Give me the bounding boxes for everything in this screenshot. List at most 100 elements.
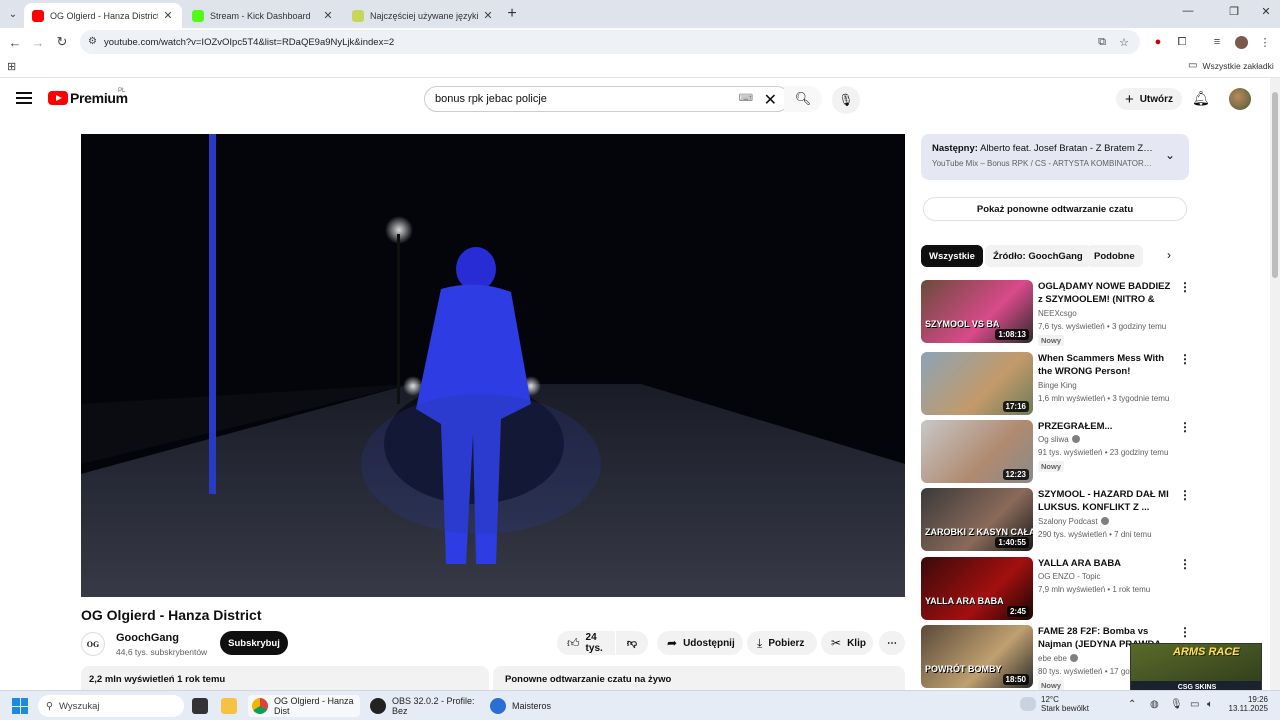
scrollbar-thumb[interactable] xyxy=(1272,92,1278,278)
search-input[interactable]: bonus rpk jebac policje ⌨ ✕ xyxy=(424,86,790,112)
taskbar-clock[interactable]: 19:26 13.11.2025 xyxy=(1226,695,1268,713)
browser-menu-icon[interactable]: ⋮ xyxy=(1257,34,1273,50)
media-controls-icon[interactable]: ≡ xyxy=(1209,34,1225,50)
related-channel-name: Og sliwa xyxy=(1038,435,1080,444)
chip-source[interactable]: Źródło: GoochGang xyxy=(985,245,1091,267)
chip-all[interactable]: Wszystkie xyxy=(921,245,983,267)
windows-start-icon[interactable] xyxy=(12,698,28,714)
dislike-button[interactable]: 👎︎ xyxy=(616,631,648,655)
browser-tab-kick[interactable]: Stream - Kick Dashboard ✕ xyxy=(184,3,342,28)
account-avatar[interactable] xyxy=(1229,88,1251,110)
video-thumbnail[interactable]: YALLA ARA BABA 2:45 xyxy=(921,557,1033,620)
related-video-item[interactable]: 17:16 When Scammers Mess With the WRONG P… xyxy=(921,352,1191,416)
view-count-date: 2,2 mln wyświetleń 1 rok temu xyxy=(89,674,226,685)
guide-menu-icon[interactable] xyxy=(16,92,32,106)
all-bookmarks-label: Wszystkie zakładki xyxy=(1202,60,1274,71)
share-label: Udostępnij xyxy=(683,637,735,649)
bookmark-star-icon[interactable]: ☆ xyxy=(1116,34,1132,50)
more-vertical-icon[interactable]: ⋮ xyxy=(1179,625,1191,639)
microphone-tray-icon[interactable]: 🎙︎ xyxy=(1170,699,1183,710)
maximize-icon[interactable]: ❐ xyxy=(1224,5,1244,18)
taskbar-search[interactable]: ⚲ Wyszukaj xyxy=(38,695,184,717)
close-tab-icon[interactable]: ✕ xyxy=(482,9,494,22)
video-thumbnail[interactable]: SZYMOOL VS BA 1:08:13 xyxy=(921,280,1033,343)
search-button[interactable]: 🔍︎ xyxy=(784,86,822,112)
file-explorer-icon[interactable] xyxy=(221,695,243,717)
channel-avatar[interactable]: OG xyxy=(81,632,105,656)
new-tab-icon[interactable]: + xyxy=(504,4,520,24)
keyboard-icon[interactable]: ⌨ xyxy=(739,93,753,104)
related-video-title: YALLA ARA BABA xyxy=(1038,558,1122,569)
chip-related[interactable]: Podobne xyxy=(1086,245,1143,267)
install-app-icon[interactable]: ⧉ xyxy=(1094,34,1110,50)
back-icon[interactable]: ← xyxy=(6,33,24,51)
chevron-down-icon[interactable]: ⌄ xyxy=(1165,148,1175,162)
apps-grid-icon[interactable]: ⊞ xyxy=(7,60,16,73)
close-tab-icon[interactable]: ✕ xyxy=(322,9,334,22)
clip-label: Klip xyxy=(847,637,866,649)
more-vertical-icon[interactable]: ⋮ xyxy=(1179,488,1191,502)
browser-tab-languages[interactable]: Najczęściej używane języki świa ✕ xyxy=(344,3,502,28)
network-icon[interactable]: ▭ xyxy=(1190,699,1199,710)
chevron-right-icon[interactable]: › xyxy=(1167,248,1171,262)
related-video-item[interactable]: 12:23 PRZEGRAŁEM... Og sliwa 91 tys. wyświe… xyxy=(921,420,1191,484)
tray-app-icon[interactable]: ◍ xyxy=(1150,699,1159,710)
more-vertical-icon[interactable]: ⋮ xyxy=(1179,352,1191,366)
related-channel-name: OG ENZO - Topic xyxy=(1038,572,1101,581)
up-next-title: Następny: Alberto feat. Josef Bratan - Z… xyxy=(932,143,1154,154)
more-vertical-icon[interactable]: ⋮ xyxy=(1179,557,1191,571)
share-button[interactable]: ➦ Udostępnij xyxy=(657,631,743,655)
all-bookmarks-button[interactable]: ▭ Wszystkie zakładki xyxy=(1188,60,1274,71)
reload-icon[interactable]: ↻ xyxy=(53,33,71,51)
clip-button[interactable]: ✂ Klip xyxy=(821,631,873,655)
video-thumbnail[interactable]: POWRÓT BOMBY 18:50 xyxy=(921,625,1033,688)
more-vertical-icon[interactable]: ⋮ xyxy=(1179,420,1191,434)
related-video-item[interactable]: SZYMOOL VS BA 1:08:13 OGLĄDAMY NOWE BADDIE… xyxy=(921,280,1191,346)
profile-avatar-icon[interactable] xyxy=(1233,34,1249,50)
chat-replay-box[interactable]: Ponowne odtwarzanie czatu na żywo xyxy=(493,666,905,690)
related-video-item[interactable]: ZAROBKI Z KASYN CAŁA PRA1:40:55SZYMOOL -… xyxy=(921,488,1191,552)
notifications-bell-icon[interactable]: 🔔︎ xyxy=(1192,90,1210,107)
video-player[interactable] xyxy=(81,134,905,597)
related-video-item[interactable]: YALLA ARA BABA 2:45 YALLA ARA BABA OG ENZO … xyxy=(921,557,1191,621)
task-view-icon[interactable] xyxy=(192,695,214,717)
taskbar-app-obs[interactable]: OBS 32.0.2 - Profile: Bez xyxy=(370,695,482,717)
video-thumbnail[interactable]: 17:16 xyxy=(921,352,1033,415)
channel-name[interactable]: GoochGang xyxy=(116,632,179,644)
more-vertical-icon[interactable]: ⋮ xyxy=(1179,280,1191,294)
taskbar-app-chrome[interactable]: OG Olgierd - Hanza Dist xyxy=(248,695,360,717)
browser-tab-youtube[interactable]: OG Olgierd - Hanza District - Yo ✕ xyxy=(24,3,182,28)
ad-title: ARMS RACE xyxy=(1173,646,1240,658)
voice-search-button[interactable]: 🎙︎ xyxy=(832,86,860,114)
create-button[interactable]: + Utwórz xyxy=(1116,88,1182,110)
ad-overlay[interactable]: ARMS RACE CSG SKINS xyxy=(1130,643,1262,695)
close-window-icon[interactable]: ✕ xyxy=(1256,5,1276,18)
subscribe-button[interactable]: Subskrybuj xyxy=(220,631,288,655)
extensions-puzzle-icon[interactable]: ⧠ xyxy=(1174,34,1190,50)
description-box[interactable]: 2,2 mln wyświetleń 1 rok temu xyxy=(81,666,489,690)
taskbar-app-maisteros[interactable]: Maisteros xyxy=(490,695,560,717)
address-bar[interactable]: ⚙ youtube.com/watch?v=IOZvOIpc5T4&list=R… xyxy=(80,30,1140,54)
like-button[interactable]: 👍︎ 24 tys. xyxy=(557,631,615,655)
close-tab-icon[interactable]: ✕ xyxy=(162,9,174,22)
up-next-playlist: YouTube Mix – Bonus RPK / CS - ARTYSTA K… xyxy=(932,159,1154,168)
volume-icon[interactable]: 🔈︎ xyxy=(1207,699,1213,710)
weather-widget[interactable]: 12°C Stark bewölkt xyxy=(1041,695,1089,713)
page-scrollbar[interactable] xyxy=(1270,78,1280,690)
video-thumbnail[interactable]: ZAROBKI Z KASYN CAŁA PRA1:40:55 xyxy=(921,488,1033,551)
video-duration: 2:45 xyxy=(1006,606,1029,617)
like-count: 24 tys. xyxy=(585,632,603,654)
clear-search-icon[interactable]: ✕ xyxy=(764,90,777,110)
extension-badge-icon[interactable]: ● xyxy=(1150,34,1166,50)
tab-search-dropdown-icon[interactable]: ⌄ xyxy=(4,6,22,22)
more-actions-button[interactable]: ⋯ xyxy=(879,631,905,655)
youtube-premium-logo[interactable]: Premium PL xyxy=(48,88,128,106)
video-thumbnail[interactable]: 12:23 xyxy=(921,420,1033,483)
download-button[interactable]: ⤓ Pobierz xyxy=(747,631,817,655)
minimize-icon[interactable]: — xyxy=(1178,5,1198,17)
site-info-icon[interactable]: ⚙ xyxy=(88,36,100,48)
up-next-card[interactable]: Następny: Alberto feat. Josef Bratan - Z… xyxy=(921,134,1189,180)
show-chat-replay-button[interactable]: Pokaż ponowne odtwarzanie czatu xyxy=(923,197,1187,221)
forward-icon[interactable]: → xyxy=(29,33,47,51)
tray-chevron-icon[interactable]: ⌃ xyxy=(1128,699,1136,710)
